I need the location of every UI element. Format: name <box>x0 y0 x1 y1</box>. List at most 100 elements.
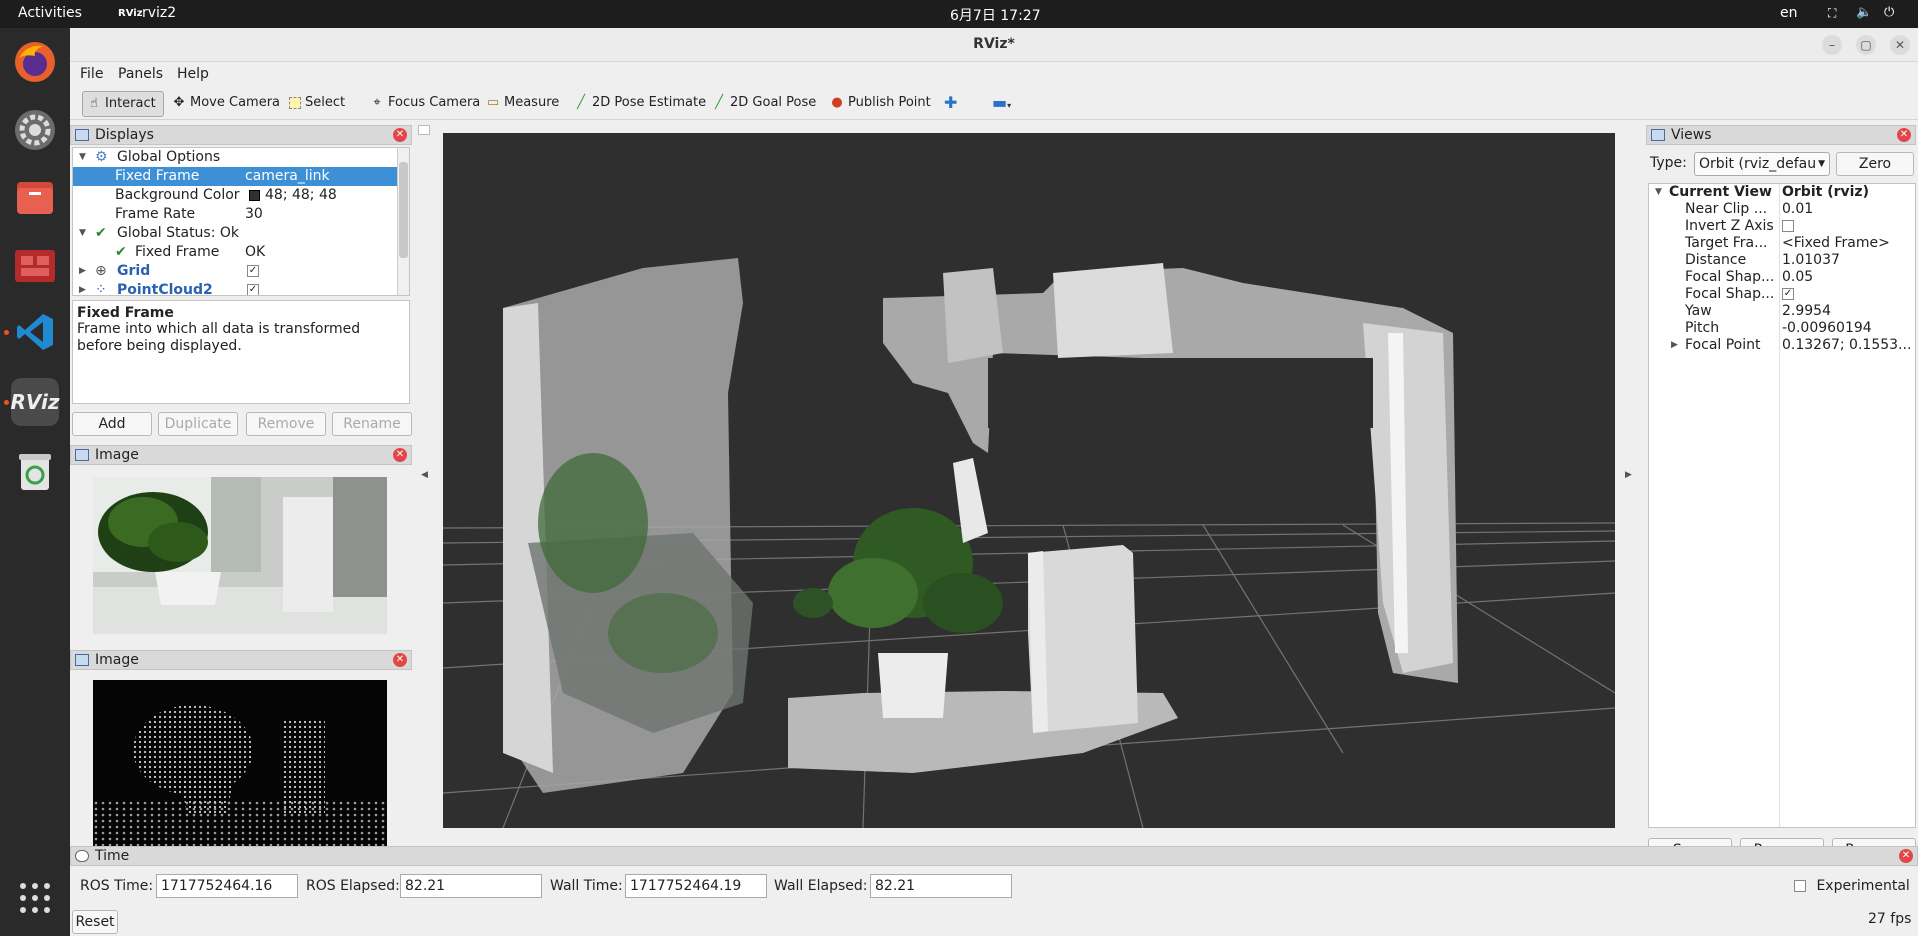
views-header[interactable]: Views ✕ <box>1646 125 1916 145</box>
check-icon: ✔ <box>95 225 107 241</box>
view-row-focal-shape-size[interactable]: Focal Shap... 0.05 <box>1649 269 1915 286</box>
rviz-app-icon: RViz <box>118 8 143 19</box>
menu-file[interactable]: File <box>80 66 103 82</box>
close-icon[interactable]: ✕ <box>1897 128 1911 142</box>
ros-time-field[interactable]: 1717752464.16 <box>156 874 298 898</box>
expand-arrow-icon[interactable]: ▶ <box>79 262 86 281</box>
measure-tool[interactable]: ▭ Measure <box>482 91 563 117</box>
activities-button[interactable]: Activities <box>18 5 82 21</box>
trash-icon[interactable] <box>11 448 59 496</box>
view-row-target-frame[interactable]: Target Fra... <Fixed Frame> <box>1649 235 1915 252</box>
close-icon[interactable]: ✕ <box>1899 849 1913 863</box>
right-dock-splitter[interactable]: ▶ <box>1618 125 1642 828</box>
reset-button[interactable]: Reset <box>72 910 118 934</box>
displays-tree[interactable]: ▼ ⚙ Global Options Fixed Frame camera_li… <box>72 147 410 296</box>
pointcloud-icon: ⁘ <box>95 282 107 296</box>
expand-arrow-icon[interactable]: ▶ <box>79 281 86 295</box>
pointcloud-enable-checkbox[interactable]: ✓ <box>247 284 259 295</box>
view-properties-tree[interactable]: ▼ Current View Orbit (rviz) Near Clip ..… <box>1648 183 1916 828</box>
move-camera-tool[interactable]: ✥ Move Camera <box>168 91 284 117</box>
close-icon[interactable]: ✕ <box>393 653 407 667</box>
goal-pose-tool[interactable]: ╱ 2D Goal Pose <box>708 91 820 117</box>
power-icon[interactable]: ⏻ <box>1884 5 1894 20</box>
wall-elapsed-label: Wall Elapsed: <box>774 878 868 894</box>
expand-arrow-icon[interactable]: ▼ <box>79 224 86 243</box>
app-center-icon[interactable] <box>11 242 59 290</box>
rename-display-button[interactable]: Rename <box>332 412 412 436</box>
wall-elapsed-field[interactable]: 82.21 <box>870 874 1012 898</box>
tree-row-background-color[interactable]: Background Color 48; 48; 48 <box>73 186 409 205</box>
add-tool-icon[interactable]: ✚ <box>940 91 961 117</box>
files-icon[interactable] <box>11 174 59 222</box>
vscode-icon[interactable] <box>11 308 59 356</box>
image-panel-header[interactable]: Image ✕ <box>70 445 412 465</box>
left-dock-splitter[interactable]: ◀ <box>414 125 438 828</box>
language-indicator[interactable]: en <box>1780 5 1798 21</box>
add-display-button[interactable]: Add <box>72 412 152 436</box>
experimental-toggle[interactable]: Experimental <box>1794 878 1910 894</box>
collapse-left-icon[interactable]: ◀ <box>421 470 428 480</box>
menu-panels[interactable]: Panels <box>118 66 163 82</box>
volume-icon[interactable]: 🔈 <box>1856 5 1872 20</box>
view-row-invert-z[interactable]: Invert Z Axis <box>1649 218 1915 235</box>
view-row-near-clip[interactable]: Near Clip ... 0.01 <box>1649 201 1915 218</box>
collapse-right-icon[interactable]: ▶ <box>1625 470 1632 480</box>
view-row-distance[interactable]: Distance 1.01037 <box>1649 252 1915 269</box>
displays-header[interactable]: Displays ✕ <box>70 125 412 145</box>
tree-row-global-options[interactable]: ▼ ⚙ Global Options <box>73 148 409 167</box>
view-row-focal-point[interactable]: ▶ Focal Point 0.13267; 0.1553... <box>1649 337 1915 354</box>
close-icon[interactable]: ✕ <box>1890 35 1910 55</box>
image-panel-header[interactable]: Image ✕ <box>70 650 412 670</box>
zero-button[interactable]: Zero <box>1836 152 1914 176</box>
scrollbar[interactable] <box>397 148 409 295</box>
remove-tool-icon[interactable]: ▬▾ <box>988 91 1015 117</box>
interact-tool[interactable]: ☝ Interact <box>82 91 164 117</box>
render-viewport[interactable] <box>443 133 1615 828</box>
rviz-icon[interactable]: RViz <box>10 378 60 426</box>
time-panel-header[interactable]: Time ✕ <box>70 846 1918 866</box>
expand-arrow-icon[interactable]: ▼ <box>1655 184 1662 201</box>
expand-arrow-icon[interactable]: ▶ <box>1671 337 1678 354</box>
view-row-yaw[interactable]: Yaw 2.9954 <box>1649 303 1915 320</box>
color-swatch[interactable] <box>249 190 260 201</box>
focal-shape-fixed-checkbox[interactable]: ✓ <box>1782 288 1794 300</box>
point-cloud-scene[interactable] <box>443 133 1615 828</box>
remove-display-button[interactable]: Remove <box>246 412 326 436</box>
close-icon[interactable]: ✕ <box>393 128 407 142</box>
clock[interactable]: 6月7日 17:27 <box>950 5 1041 25</box>
grid-enable-checkbox[interactable]: ✓ <box>247 265 259 277</box>
tree-row-frame-rate[interactable]: Frame Rate 30 <box>73 205 409 224</box>
tree-row-pointcloud2[interactable]: ▶ ⁘ PointCloud2 ✓ <box>73 281 409 296</box>
splitter-handle[interactable] <box>418 125 430 135</box>
tree-row-fixed-frame[interactable]: Fixed Frame camera_link <box>73 167 397 186</box>
app-menu[interactable]: rviz2 <box>142 5 176 21</box>
settings-icon[interactable] <box>11 106 59 154</box>
scrollbar-thumb[interactable] <box>399 162 408 258</box>
view-type-select[interactable]: Orbit (rviz_defau ▼ <box>1694 152 1830 176</box>
menu-help[interactable]: Help <box>177 66 209 82</box>
view-row-pitch[interactable]: Pitch -0.00960194 <box>1649 320 1915 337</box>
view-row-current-view[interactable]: ▼ Current View Orbit (rviz) <box>1649 184 1915 201</box>
wall-time-field[interactable]: 1717752464.19 <box>625 874 767 898</box>
close-icon[interactable]: ✕ <box>393 448 407 462</box>
title-bar[interactable]: RViz* – ▢ ✕ <box>70 28 1918 62</box>
show-apps-icon[interactable] <box>11 874 59 922</box>
minimize-icon[interactable]: – <box>1822 35 1842 55</box>
experimental-checkbox[interactable] <box>1794 880 1806 892</box>
expand-arrow-icon[interactable]: ▼ <box>79 148 86 167</box>
focus-camera-tool[interactable]: ⌖ Focus Camera <box>366 91 484 117</box>
select-tool[interactable]: Select <box>285 91 349 117</box>
ros-elapsed-field[interactable]: 82.21 <box>400 874 542 898</box>
duplicate-display-button[interactable]: Duplicate <box>158 412 238 436</box>
tree-row-grid[interactable]: ▶ ⊕ Grid ✓ <box>73 262 409 281</box>
invert-z-checkbox[interactable] <box>1782 220 1794 232</box>
publish-point-tool[interactable]: ● Publish Point <box>826 91 935 117</box>
tree-row-global-status[interactable]: ▼ ✔ Global Status: Ok <box>73 224 409 243</box>
firefox-icon[interactable] <box>11 38 59 86</box>
network-icon[interactable]: ⛶ <box>1828 6 1836 21</box>
image-icon <box>75 654 89 666</box>
pose-estimate-tool[interactable]: ╱ 2D Pose Estimate <box>570 91 710 117</box>
tree-row-status-fixed-frame[interactable]: ✔ Fixed Frame OK <box>73 243 409 262</box>
view-row-focal-shape-fixed[interactable]: Focal Shap... ✓ <box>1649 286 1915 303</box>
maximize-icon[interactable]: ▢ <box>1856 35 1876 55</box>
